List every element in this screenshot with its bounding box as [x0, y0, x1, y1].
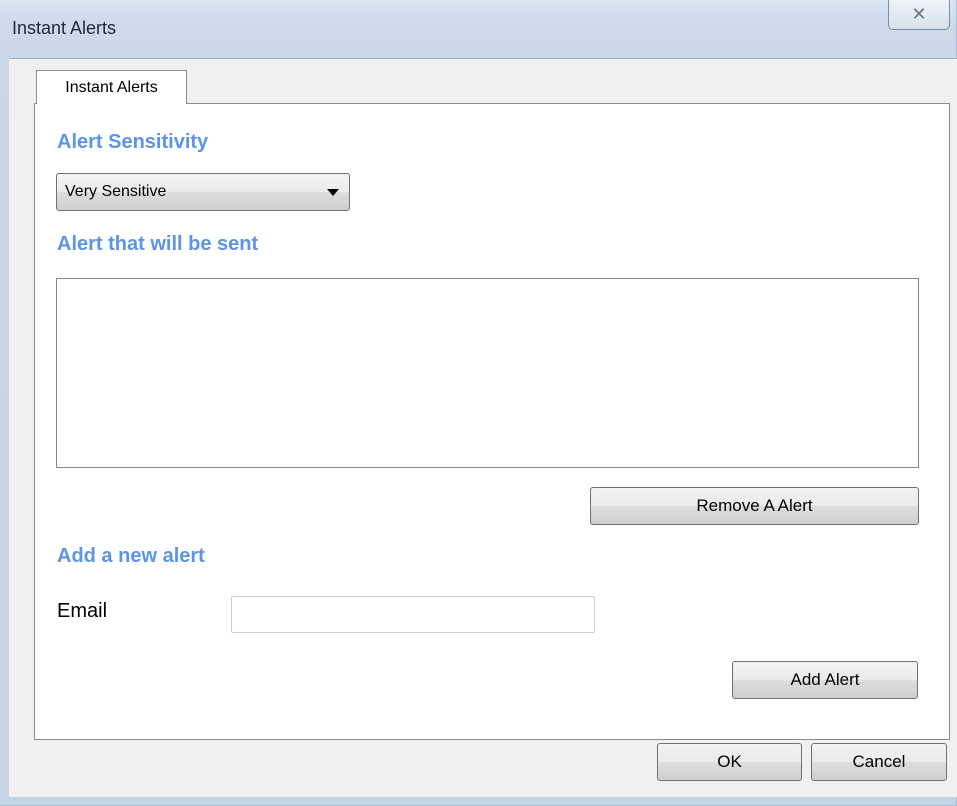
email-label: Email [57, 600, 108, 622]
dropdown-arrow-icon [327, 189, 339, 196]
email-field[interactable] [231, 596, 595, 633]
remove-alert-button-label: Remove A Alert [696, 496, 813, 515]
sensitivity-selected-value: Very Sensitive [65, 183, 167, 200]
title-bar[interactable]: Instant Alerts ✕ [0, 0, 957, 58]
window-title: Instant Alerts [12, 18, 117, 38]
add-alert-button-label: Add Alert [790, 670, 860, 689]
sensitivity-dropdown[interactable]: Very Sensitive [56, 173, 350, 211]
tab-panel: Alert Sensitivity Very Sensitive Alert t… [34, 103, 950, 740]
tab-instant-alerts[interactable]: Instant Alerts [36, 70, 187, 104]
ok-button[interactable]: OK [657, 743, 802, 781]
instant-alerts-dialog: Instant Alerts ✕ Instant Alerts Alert Se… [0, 0, 957, 806]
alerts-list-heading: Alert that will be sent [57, 233, 259, 255]
remove-alert-button[interactable]: Remove A Alert [590, 487, 919, 525]
tab-label: Instant Alerts [65, 78, 158, 96]
dialog-client-area: Instant Alerts Alert Sensitivity Very Se… [9, 58, 957, 797]
cancel-button[interactable]: Cancel [811, 743, 947, 781]
alert-sensitivity-heading: Alert Sensitivity [57, 131, 209, 153]
alerts-listbox[interactable] [56, 278, 919, 468]
ok-button-label: OK [717, 752, 742, 771]
add-new-alert-heading: Add a new alert [57, 545, 205, 567]
cancel-button-label: Cancel [852, 752, 906, 771]
close-icon: ✕ [911, 4, 927, 24]
add-alert-button[interactable]: Add Alert [732, 661, 918, 699]
close-button[interactable]: ✕ [888, 0, 950, 30]
